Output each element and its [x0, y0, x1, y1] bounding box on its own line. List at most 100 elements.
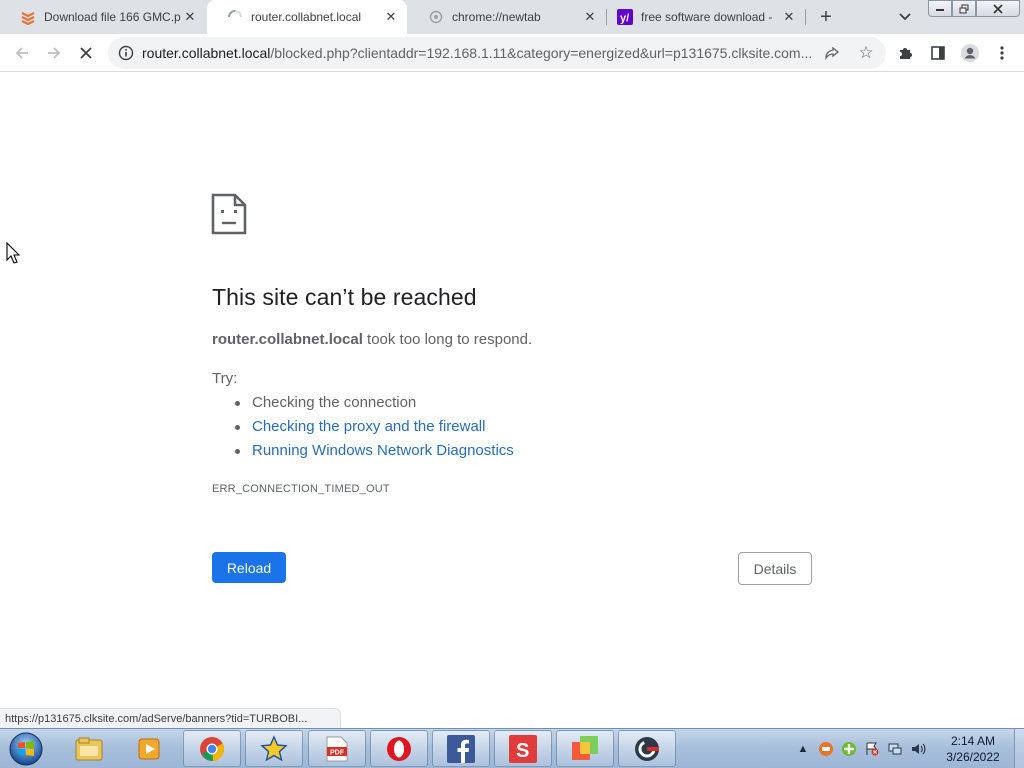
ccleaner-icon	[635, 736, 659, 761]
taskbar-star-app[interactable]	[245, 730, 303, 767]
kebab-menu-icon	[1000, 46, 1004, 60]
close-window-button[interactable]	[976, 0, 1020, 17]
svg-text:PDF: PDF	[330, 749, 345, 756]
tab-router-collabnet[interactable]: router.collabnet.local ✕	[207, 0, 407, 34]
show-desktop-button[interactable]	[1014, 729, 1024, 768]
back-arrow-icon	[15, 47, 28, 59]
back-button[interactable]	[8, 39, 36, 67]
error-heading: This site can’t be reached	[212, 284, 477, 310]
taskbar-opera[interactable]	[370, 730, 428, 767]
error-page: This site can’t be reached router.collab…	[0, 72, 1024, 728]
colorful-app-icon	[572, 735, 598, 760]
tab-newtab[interactable]: chrome://newtab ✕	[408, 0, 606, 34]
tray-update-icon[interactable]	[840, 740, 858, 758]
mouse-cursor-icon	[6, 242, 20, 264]
clock-date: 3/26/2022	[946, 750, 1000, 764]
pdf-icon: PDF	[326, 736, 348, 761]
info-icon[interactable]	[118, 45, 134, 61]
tab-search-button[interactable]	[894, 6, 916, 28]
tab-title: router.collabnet.local	[251, 10, 362, 24]
tab-strip: Download file 166 GMC.p ✕ router.collabn…	[0, 0, 1024, 34]
opera-icon	[387, 736, 411, 761]
status-url-bubble: https://p131675.clksite.com/adServe/bann…	[0, 708, 341, 728]
tray-action-center-icon[interactable]	[863, 740, 881, 758]
close-icon	[993, 3, 1003, 14]
profile-button[interactable]	[956, 39, 984, 67]
side-panel-button[interactable]	[924, 39, 952, 67]
minimize-button[interactable]	[928, 0, 952, 17]
menu-button[interactable]	[988, 39, 1016, 67]
svg-text:y/: y/	[620, 13, 629, 25]
avatar-icon	[961, 44, 979, 62]
taskbar-media-player[interactable]	[120, 730, 178, 767]
chrome-icon	[200, 736, 225, 761]
side-panel-icon	[931, 46, 945, 60]
chrome-newtab-icon	[428, 9, 444, 25]
suggestion-check-connection: Checking the connection	[235, 394, 514, 418]
url-path: /blocked.php?clientaddr=192.168.1.11&cat…	[270, 45, 813, 61]
s-app-icon: S	[509, 734, 537, 763]
download-stack-icon	[20, 9, 36, 25]
close-tab-icon[interactable]: ✕	[182, 9, 198, 25]
taskbar-s-app[interactable]: S	[494, 730, 552, 767]
forward-arrow-icon	[48, 47, 61, 59]
windows-taskbar: PDF S ▲ 2:14 AM 3/26/2022	[0, 728, 1024, 768]
loading-spinner-icon	[227, 9, 243, 25]
taskbar-colorful-app[interactable]	[556, 730, 614, 767]
try-label: Try:	[212, 370, 238, 387]
suggestion-network-diagnostics-link[interactable]: Running Windows Network Diagnostics	[235, 442, 514, 466]
show-hidden-icons-icon[interactable]: ▲	[794, 740, 812, 758]
facebook-icon	[447, 734, 475, 763]
tab-download-file[interactable]: Download file 166 GMC.p ✕	[0, 0, 206, 34]
taskbar-explorer[interactable]	[60, 730, 118, 767]
windows-start-orb-icon	[9, 732, 43, 766]
address-bar[interactable]: router.collabnet.local/blocked.php?clien…	[108, 37, 886, 69]
tab-title: chrome://newtab	[452, 10, 541, 24]
minimize-icon	[936, 8, 944, 11]
url-text[interactable]: router.collabnet.local/blocked.php?clien…	[142, 45, 822, 61]
share-icon[interactable]	[822, 43, 842, 63]
yahoo-icon: y/	[617, 9, 633, 25]
bookmark-star-icon[interactable]: ☆	[855, 42, 877, 64]
error-code: ERR_CONNECTION_TIMED_OUT	[212, 483, 390, 495]
error-description: router.collabnet.local took too long to …	[212, 331, 532, 348]
restore-button[interactable]	[952, 0, 976, 17]
forward-button[interactable]	[40, 39, 68, 67]
svg-text:S: S	[516, 740, 529, 762]
sad-page-icon	[211, 193, 247, 235]
browser-toolbar: router.collabnet.local/blocked.php?clien…	[0, 34, 1024, 72]
close-tab-icon[interactable]: ✕	[781, 9, 797, 25]
system-tray: ▲	[794, 737, 927, 761]
reload-button[interactable]: Reload	[212, 552, 286, 583]
suggestion-check-proxy-link[interactable]: Checking the proxy and the firewall	[235, 418, 514, 442]
close-tab-icon[interactable]: ✕	[582, 9, 598, 25]
extensions-button[interactable]	[892, 39, 920, 67]
window-controls	[928, 0, 1020, 18]
stop-button[interactable]	[72, 39, 100, 67]
taskbar-chrome[interactable]	[183, 730, 241, 767]
details-button[interactable]: Details	[738, 552, 812, 585]
new-tab-button[interactable]: +	[814, 5, 838, 29]
close-tab-icon[interactable]: ✕	[383, 9, 399, 25]
tab-title: Download file 166 GMC.p	[44, 10, 181, 24]
star-app-icon	[260, 734, 288, 761]
media-player-icon	[138, 738, 160, 759]
taskbar-pdf[interactable]: PDF	[308, 730, 366, 767]
error-host: router.collabnet.local	[212, 331, 363, 348]
explorer-icon	[75, 737, 103, 760]
start-button[interactable]	[6, 730, 46, 768]
tray-volume-icon[interactable]	[909, 740, 927, 758]
tray-orange-app-icon[interactable]	[817, 740, 835, 758]
tab-free-software[interactable]: y/ free software download - ✕	[607, 0, 805, 34]
taskbar-ccleaner[interactable]	[618, 730, 676, 767]
taskbar-clock[interactable]: 2:14 AM 3/26/2022	[938, 733, 1008, 765]
tray-network-icon[interactable]	[886, 740, 904, 758]
clock-time: 2:14 AM	[950, 734, 996, 748]
suggestion-list: Checking the connection Checking the pro…	[235, 394, 514, 466]
taskbar-facebook[interactable]	[432, 730, 490, 767]
tab-title: free software download -	[641, 10, 773, 24]
restore-icon	[959, 4, 969, 13]
url-host: router.collabnet.local	[142, 45, 271, 61]
chevron-down-icon	[899, 13, 911, 21]
error-message: took too long to respond.	[362, 331, 533, 348]
